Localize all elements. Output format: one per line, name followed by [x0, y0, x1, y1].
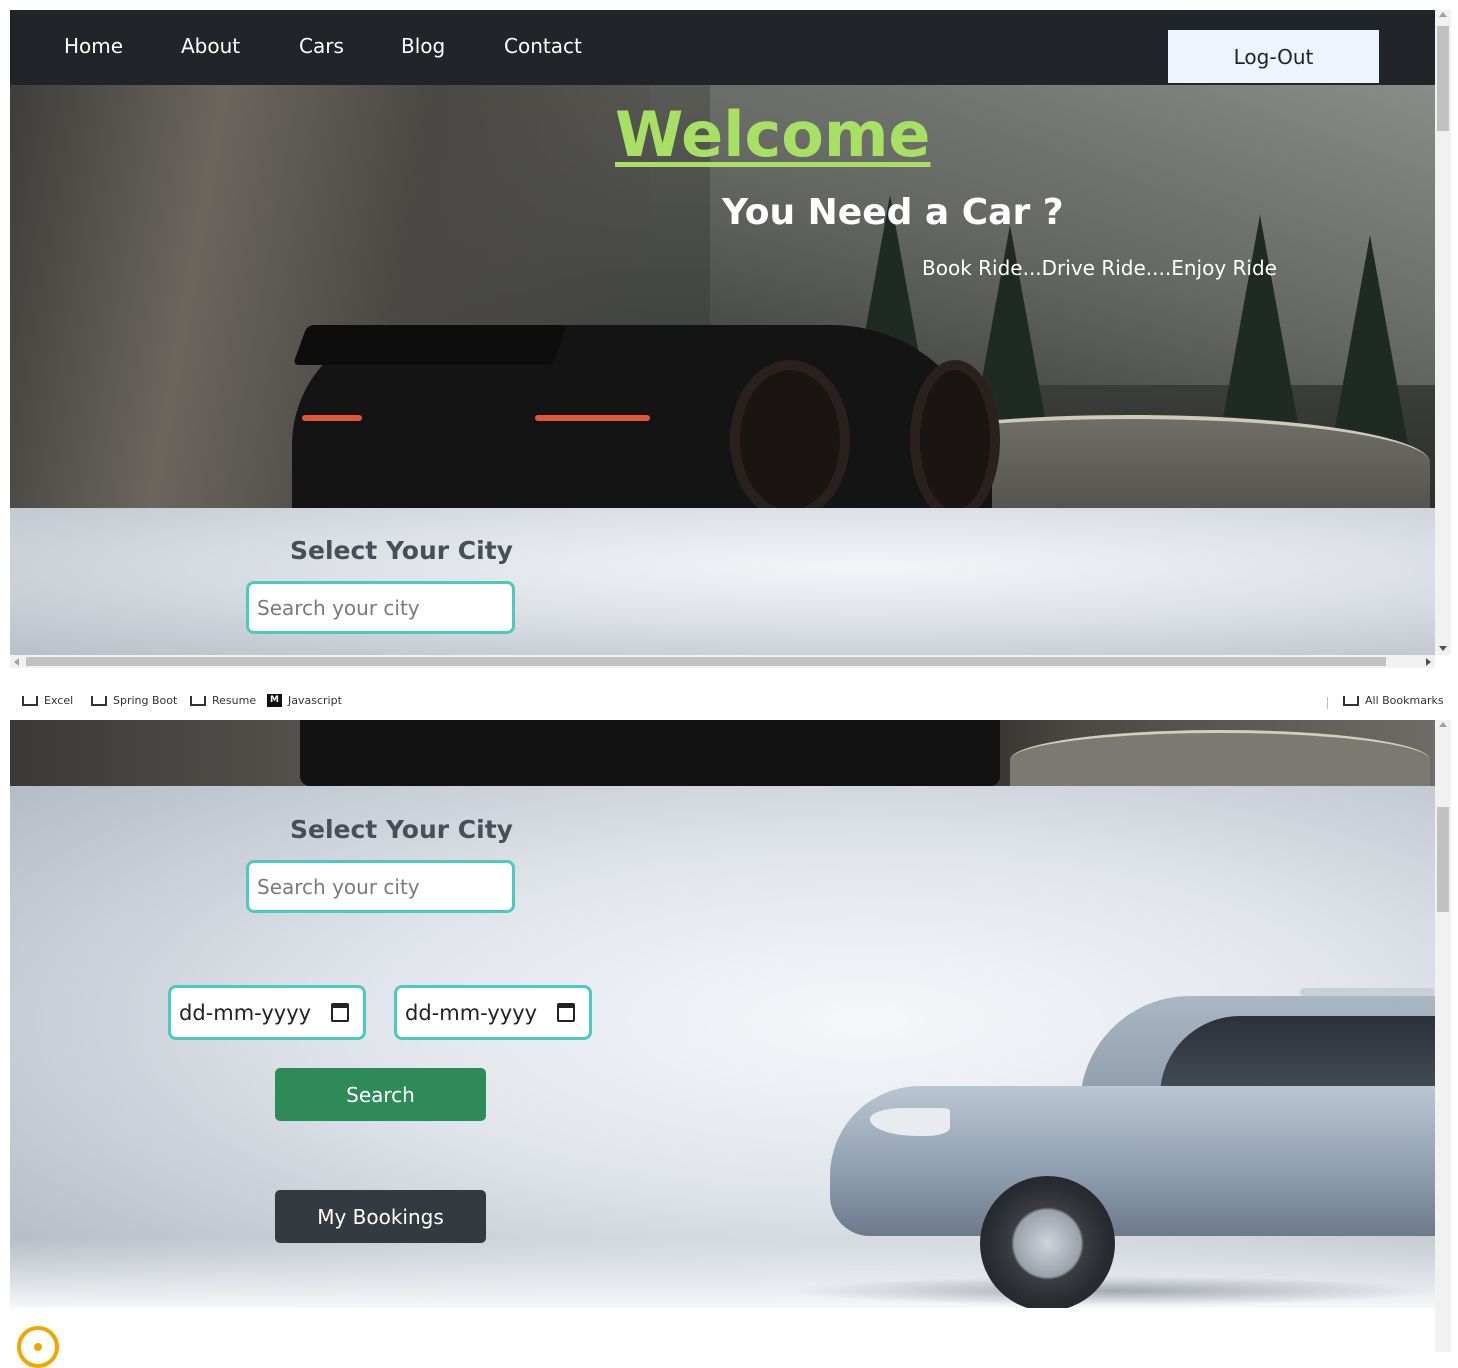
- horizontal-scrollbar[interactable]: [10, 655, 1435, 668]
- car-window: [1160, 1016, 1435, 1096]
- nav-link-about[interactable]: About: [181, 34, 240, 58]
- calendar-icon[interactable]: [331, 1003, 349, 1022]
- all-bookmarks-label: All Bookmarks: [1365, 694, 1444, 707]
- hero-road-image: [1010, 730, 1430, 786]
- vertical-scrollbar[interactable]: [1435, 10, 1451, 655]
- hero-banner-partial: [10, 720, 1435, 786]
- search-button[interactable]: Search: [275, 1068, 486, 1121]
- hero-car-taillight: [302, 415, 362, 421]
- javascript-icon: M: [267, 694, 282, 707]
- select-city-title: Select Your City: [290, 536, 513, 565]
- folder-icon: [1343, 695, 1359, 706]
- scroll-down-icon[interactable]: [1439, 646, 1447, 651]
- circle-dot-icon[interactable]: [17, 1326, 59, 1368]
- city-search-input[interactable]: [246, 581, 515, 634]
- nav-link-contact[interactable]: Contact: [504, 34, 582, 58]
- folder-icon: [22, 695, 38, 706]
- bookmarks-bar: Excel Spring Boot Resume M Javascript Al…: [0, 690, 1458, 718]
- hero-tree-image: [1330, 235, 1410, 455]
- all-bookmarks[interactable]: All Bookmarks: [1343, 694, 1444, 707]
- city-search-input[interactable]: [246, 860, 515, 913]
- hero-car-taillight: [535, 415, 650, 421]
- scrollbar-thumb[interactable]: [1437, 26, 1449, 131]
- viewport-bottom: Select Your City dd-mm-yyyy dd-mm-yyyy S…: [10, 720, 1435, 1352]
- bookmark-javascript[interactable]: M Javascript: [267, 694, 342, 707]
- city-search-section: Select Your City: [10, 508, 1435, 655]
- hero-tree-image: [1220, 215, 1300, 435]
- car-shadow: [790, 1276, 1435, 1306]
- bookmark-label: Resume: [212, 694, 257, 707]
- circle-dot-center: [34, 1343, 42, 1351]
- nav-link-blog[interactable]: Blog: [401, 34, 445, 58]
- scroll-up-icon[interactable]: [1439, 12, 1447, 17]
- hero-car-image: [300, 720, 1000, 786]
- end-date-input[interactable]: dd-mm-yyyy: [394, 985, 592, 1040]
- date-placeholder: dd-mm-yyyy: [179, 1000, 312, 1025]
- hero-car-wheel: [730, 360, 850, 508]
- car-roof-rail: [1300, 988, 1435, 996]
- date-placeholder: dd-mm-yyyy: [405, 1000, 538, 1025]
- bookmark-label: Excel: [44, 694, 74, 707]
- start-date-input[interactable]: dd-mm-yyyy: [168, 985, 366, 1040]
- bookmark-resume[interactable]: Resume: [190, 694, 256, 707]
- scroll-left-icon[interactable]: [14, 658, 19, 666]
- hero-car-spoiler: [292, 325, 568, 365]
- scrollbar-thumb[interactable]: [26, 657, 1386, 666]
- scrollbar-thumb[interactable]: [1437, 807, 1449, 912]
- select-city-title: Select Your City: [290, 815, 513, 844]
- my-bookings-button[interactable]: My Bookings: [275, 1190, 486, 1243]
- vertical-scrollbar[interactable]: [1435, 720, 1451, 1352]
- hero-banner: Welcome You Need a Car ? Book Ride...Dri…: [10, 85, 1435, 508]
- silver-car-image: [790, 976, 1435, 1308]
- calendar-icon[interactable]: [557, 1003, 575, 1022]
- nav-link-home[interactable]: Home: [64, 34, 123, 58]
- hero-tagline: Book Ride...Drive Ride....Enjoy Ride: [922, 256, 1277, 280]
- logout-button[interactable]: Log-Out: [1168, 30, 1379, 83]
- viewport-top: Home About Cars Blog Contact Log-Out Wel…: [10, 10, 1435, 655]
- bookmarks-divider: [1327, 697, 1328, 709]
- scroll-right-icon[interactable]: [1426, 658, 1431, 666]
- welcome-heading: Welcome: [615, 98, 931, 171]
- scroll-up-icon[interactable]: [1439, 722, 1447, 727]
- hero-car-wheel: [910, 360, 1000, 508]
- bookmark-label: Spring Boot: [113, 694, 178, 707]
- bookmark-label: Javascript: [288, 694, 342, 707]
- bookmark-spring-boot[interactable]: Spring Boot: [91, 694, 177, 707]
- folder-icon: [91, 695, 107, 706]
- booking-search-section: Select Your City dd-mm-yyyy dd-mm-yyyy S…: [10, 786, 1435, 1308]
- nav-link-cars[interactable]: Cars: [299, 34, 344, 58]
- navbar: Home About Cars Blog Contact Log-Out: [10, 10, 1435, 85]
- folder-icon: [190, 695, 206, 706]
- bookmark-excel[interactable]: Excel: [22, 694, 73, 707]
- hero-headline: You Need a Car ?: [722, 192, 1064, 233]
- car-wheel: [980, 1176, 1115, 1308]
